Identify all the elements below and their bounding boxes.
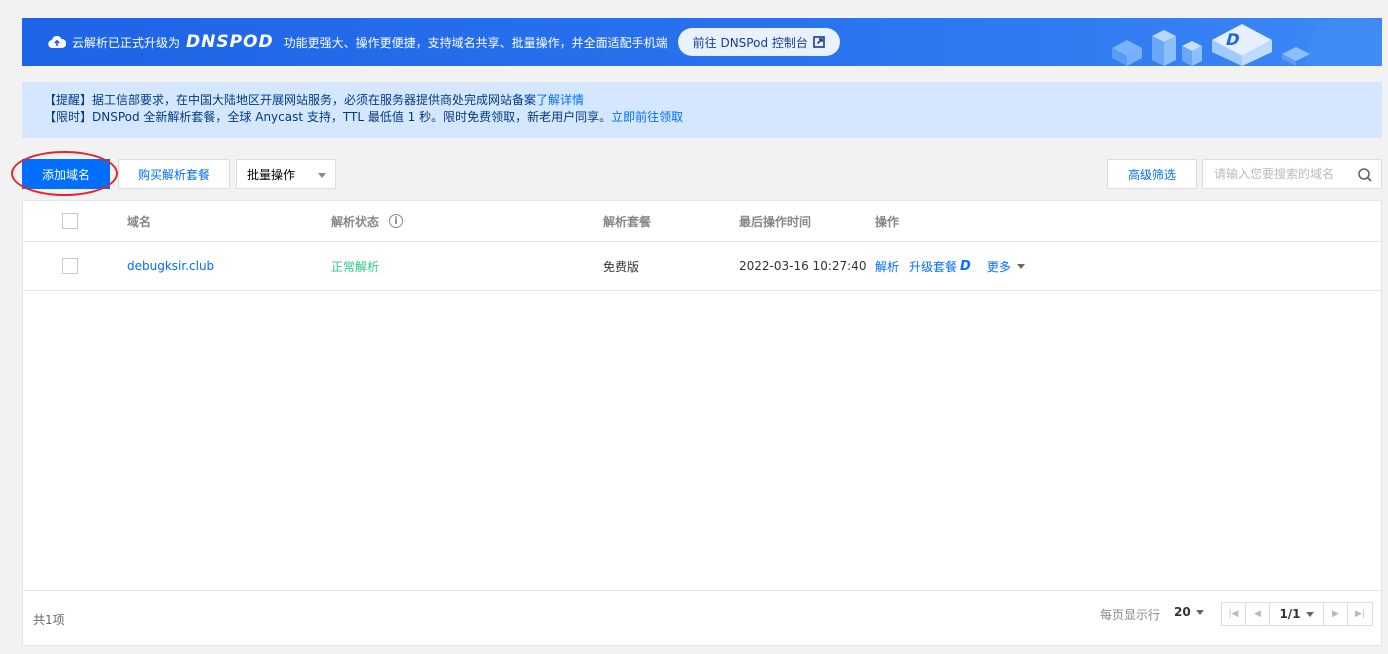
chevron-down-icon: [318, 173, 326, 178]
isometric-blocks-decoration: D: [1112, 18, 1382, 66]
search-icon[interactable]: [1357, 167, 1373, 183]
domain-table: 域名 解析状态 i 解析套餐 最后操作时间 操作 debugksir.club …: [22, 200, 1382, 646]
batch-operations-dropdown[interactable]: 批量操作: [236, 159, 336, 189]
batch-operations-label: 批量操作: [247, 167, 296, 182]
go-dnspod-console-button[interactable]: 前往 DNSPod 控制台: [677, 28, 840, 56]
header-actions: 操作: [875, 214, 900, 229]
select-all-checkbox[interactable]: [62, 213, 78, 229]
per-page-value: 20: [1174, 605, 1191, 619]
info-icon[interactable]: i: [389, 214, 404, 228]
domain-search-box: [1202, 159, 1382, 189]
prev-page-icon[interactable]: ◀: [1246, 603, 1270, 625]
banner-prefix-text: 云解析已正式升级为: [72, 35, 181, 50]
total-count: 共1项: [33, 613, 65, 627]
row-checkbox[interactable]: [62, 258, 78, 274]
row-select-cell: [62, 242, 78, 290]
banner-features-text: 功能更强大、操作更便捷，支持域名共享、批量操作，并全面适配手机端: [283, 35, 668, 50]
package-cell: 免费版: [603, 259, 640, 274]
chevron-down-icon: [1016, 263, 1025, 269]
notice-line-2: 【限时】DNSPod 全新解析套餐，全球 Anycast 支持，TTL 最低值 …: [44, 109, 1382, 126]
header-status: 解析状态 i: [331, 201, 404, 241]
notice-line-1: 【提醒】据工信部要求，在中国大陆地区开展网站服务，必须在服务器提供商处完成网站备…: [44, 92, 1382, 109]
external-link-icon: [808, 36, 825, 48]
per-page-label: 每页显示行: [1100, 608, 1161, 622]
claim-now-link[interactable]: 立即前往领取: [611, 110, 683, 124]
advanced-filter-button[interactable]: 高级筛选: [1107, 159, 1197, 189]
notice-box: 【提醒】据工信部要求，在中国大陆地区开展网站服务，必须在服务器提供商处完成网站备…: [22, 82, 1382, 138]
header-status-label: 解析状态: [331, 214, 380, 229]
more-actions-label: 更多: [986, 259, 1011, 274]
domain-cell: debugksir.club: [127, 242, 214, 290]
table-header: 域名 解析状态 i 解析套餐 最后操作时间 操作: [23, 201, 1381, 242]
pagination: |◀ ◀ 1/1 ▶ ▶|: [1221, 602, 1373, 626]
header-last-op-time: 最后操作时间: [739, 214, 812, 229]
banner-content: 云解析已正式升级为 DNSPOD 功能更强大、操作更便捷，支持域名共享、批量操作…: [48, 18, 840, 66]
dnspod-upgrade-banner: 云解析已正式升级为 DNSPOD 功能更强大、操作更便捷，支持域名共享、批量操作…: [22, 18, 1382, 66]
actions-cell: 解析 升级套餐 D 更多: [875, 242, 1025, 290]
next-page-icon[interactable]: ▶: [1324, 603, 1348, 625]
resolve-link[interactable]: 解析: [875, 258, 899, 275]
notice-text-1: 【提醒】据工信部要求，在中国大陆地区开展网站服务，必须在服务器提供商处完成网站备…: [44, 93, 537, 107]
learn-more-link[interactable]: 了解详情: [536, 93, 584, 107]
domain-link[interactable]: debugksir.club: [127, 259, 214, 273]
select-all-cell: [62, 201, 78, 241]
chevron-down-icon: [1305, 611, 1314, 617]
domain-search-input[interactable]: [1214, 167, 1354, 181]
cloud-upload-icon: [48, 34, 66, 50]
last-page-icon[interactable]: ▶|: [1348, 603, 1372, 625]
header-domain: 域名: [127, 214, 152, 229]
status-badge: 正常解析: [331, 259, 380, 274]
per-page-select[interactable]: 20: [1174, 605, 1204, 619]
first-page-icon[interactable]: |◀: [1222, 603, 1246, 625]
chevron-down-icon: [1195, 609, 1204, 615]
add-domain-button[interactable]: 添加域名: [22, 159, 110, 189]
table-footer: 共1项 每页显示行 20 |◀ ◀ 1/1 ▶ ▶|: [23, 590, 1381, 646]
buy-package-button[interactable]: 购买解析套餐: [118, 159, 230, 189]
dnspod-logo: DNSPOD: [186, 32, 274, 52]
upgrade-package-link[interactable]: 升级套餐 D: [909, 258, 971, 275]
console-button-label: 前往 DNSPod 控制台: [692, 35, 808, 50]
page-value: 1/1: [1279, 607, 1301, 621]
table-row: debugksir.club 正常解析 免费版 2022-03-16 10:27…: [23, 242, 1381, 291]
page-select[interactable]: 1/1: [1270, 603, 1324, 625]
last-op-time-cell: 2022-03-16 10:27:40: [739, 259, 867, 273]
notice-text-2: 【限时】DNSPod 全新解析套餐，全球 Anycast 支持，TTL 最低值 …: [44, 110, 612, 124]
more-actions-dropdown[interactable]: 更多: [987, 258, 1025, 275]
dnspod-d-icon: D: [960, 258, 971, 274]
upgrade-package-label: 升级套餐: [909, 259, 958, 274]
header-package: 解析套餐: [603, 214, 652, 229]
